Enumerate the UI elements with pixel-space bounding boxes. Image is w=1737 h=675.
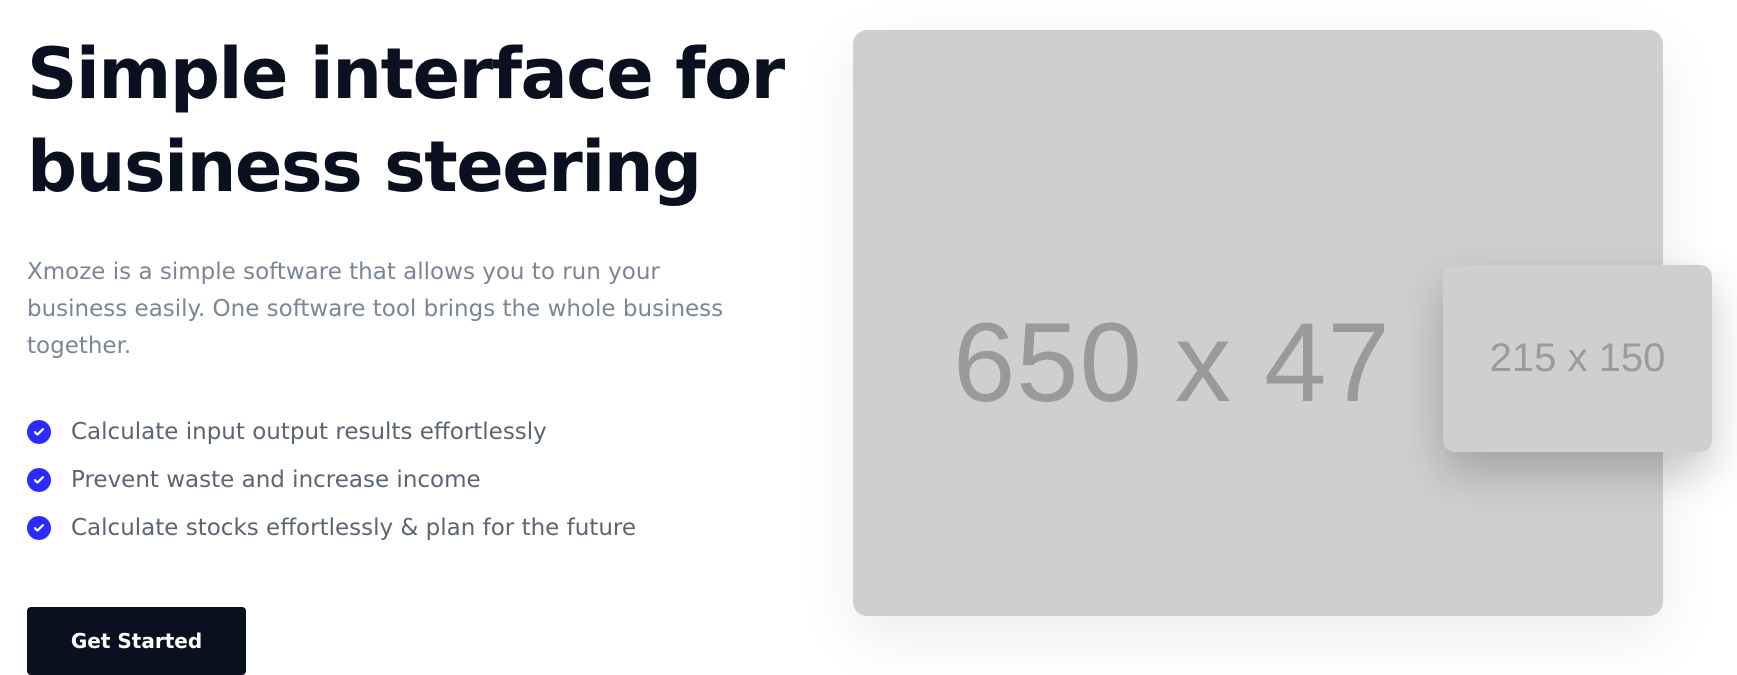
- get-started-button[interactable]: Get Started: [27, 607, 246, 675]
- check-circle-icon: [27, 468, 51, 492]
- feature-text: Calculate input output results effortles…: [71, 419, 547, 445]
- feature-item: Prevent waste and increase income: [27, 456, 787, 504]
- feature-text: Calculate stocks effortlessly & plan for…: [71, 515, 637, 541]
- small-image-size-label: 215 x 150: [1489, 336, 1666, 380]
- hero-section: Simple interface for business steering X…: [27, 28, 787, 675]
- feature-item: Calculate stocks effortlessly & plan for…: [27, 504, 787, 552]
- check-circle-icon: [27, 420, 51, 444]
- check-circle-icon: [27, 516, 51, 540]
- feature-item: Calculate input output results effortles…: [27, 408, 787, 456]
- small-image-placeholder: 215 x 150: [1443, 265, 1712, 452]
- feature-text: Prevent waste and increase income: [71, 467, 481, 493]
- hero-description: Xmoze is a simple software that allows y…: [27, 259, 724, 359]
- main-image-size-label: 650 x 47: [953, 300, 1391, 425]
- feature-list: Calculate input output results effortles…: [27, 408, 787, 552]
- page-title: Simple interface for business steering: [27, 33, 785, 208]
